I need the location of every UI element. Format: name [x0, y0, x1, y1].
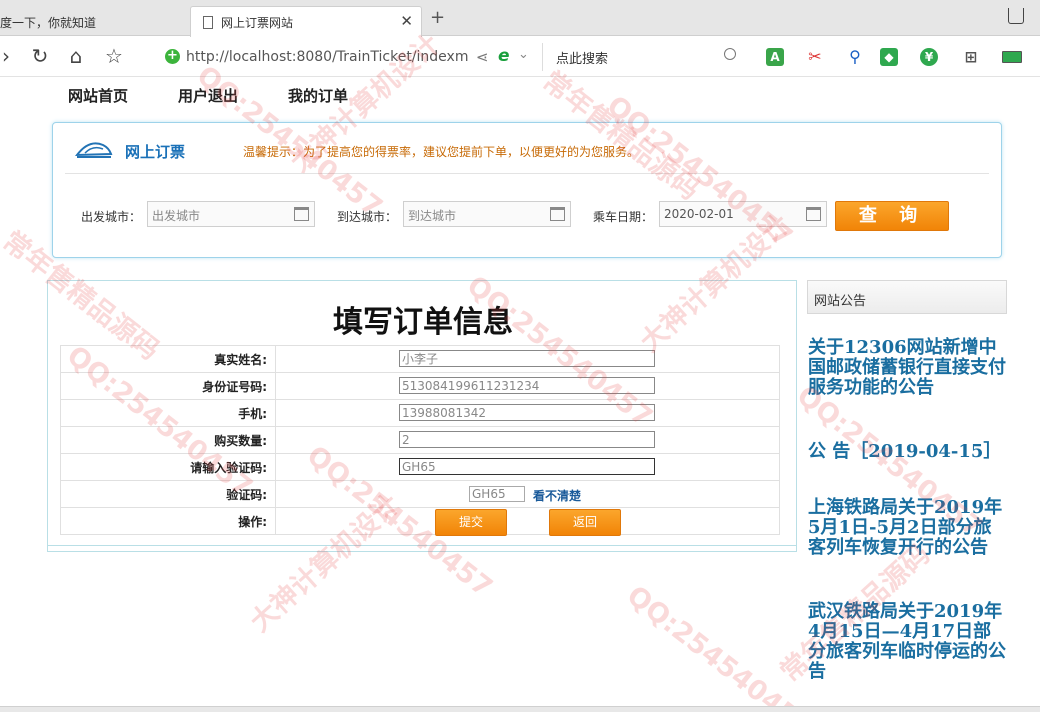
panel-title: 网上订票 [125, 143, 186, 161]
refresh-icon[interactable]: ↻ [28, 45, 52, 69]
action-label: 操作: [60, 507, 276, 535]
browser-tab-bar: 度一下，你就知道 网上订票网站 ✕ + [0, 0, 1040, 37]
magnifier-extension-icon[interactable]: ⚲ [846, 48, 864, 66]
phone-input[interactable]: 13988081342 [399, 404, 655, 421]
quantity-input[interactable]: 2 [399, 431, 655, 448]
form-row: 验证码: GH65 看不清楚 [60, 480, 780, 508]
share-icon[interactable]: ⋖ [476, 48, 489, 66]
watermark-text: QQ:254540457 [620, 580, 818, 712]
captcha-input-label: 请输入验证码: [60, 453, 276, 481]
real-name-input[interactable]: 小李子 [399, 350, 655, 367]
form-row: 请输入验证码: GH65 [60, 453, 780, 481]
shirt-icon[interactable] [1008, 8, 1024, 24]
nav-logout-link[interactable]: 用户退出 [178, 85, 238, 106]
phone-label: 手机: [60, 399, 276, 427]
captcha-image[interactable]: GH65 [469, 486, 525, 502]
captcha-label: 验证码: [60, 480, 276, 508]
from-city-input[interactable]: 出发城市 [147, 201, 315, 227]
captcha-refresh-link[interactable]: 看不清楚 [533, 487, 581, 504]
nav-orders-link[interactable]: 我的订单 [288, 85, 348, 106]
form-row: 操作: 提交 返回 [60, 507, 780, 536]
panel-divider [65, 173, 989, 174]
form-row: 手机: 13988081342 [60, 399, 780, 427]
notice-item[interactable]: 上海铁路局关于2019年5月1日-5月2日部分旅客列车恢复开行的公告 [808, 498, 1008, 558]
browser-tab-active-title: 网上订票网站 [221, 16, 294, 30]
back-button[interactable]: 返回 [549, 509, 621, 536]
notice-header: 网站公告 [807, 280, 1007, 314]
quantity-label: 购买数量: [60, 426, 276, 454]
battery-icon [1002, 51, 1022, 63]
real-name-label: 真实姓名: [60, 345, 276, 373]
chevron-down-icon[interactable]: ⌄ [518, 47, 529, 62]
form-row: 购买数量: 2 [60, 426, 780, 454]
notice-item[interactable]: 关于12306网站新增中国邮政储蓄银行直接支付服务功能的公告 [808, 338, 1008, 398]
notice-item[interactable]: 武汉铁路局关于2019年4月15日—4月17日部分旅客列车临时停运的公告 [808, 602, 1008, 682]
apps-grid-icon[interactable]: ⊞ [962, 48, 980, 66]
ie-engine-icon[interactable]: e [498, 46, 510, 66]
home-icon[interactable]: ⌂ [64, 45, 88, 69]
browser-status-bar [0, 706, 1040, 712]
from-city-label: 出发城市： [81, 210, 142, 224]
query-button[interactable]: 查 询 [835, 201, 949, 231]
browser-address-bar: › ↻ ⌂ ☆ + http://localhost:8080/TrainTic… [0, 37, 1040, 77]
panel-tip: 温馨提示：为了提高您的得票率，建议您提前下单，以便更好的为您服务。 [243, 145, 640, 159]
search-icon[interactable] [724, 48, 736, 60]
to-city-label: 到达城市： [337, 210, 398, 224]
captcha-input[interactable]: GH65 [399, 458, 655, 475]
notice-item[interactable]: 公 告［2019-04-15］ [808, 442, 1008, 462]
new-tab-icon[interactable]: + [430, 9, 445, 27]
to-city-input[interactable]: 到达城市 [403, 201, 571, 227]
translate-extension-icon[interactable]: A [766, 48, 784, 66]
id-number-label: 身份证号码: [60, 372, 276, 400]
submit-button[interactable]: 提交 [435, 509, 507, 536]
order-form-title: 填写订单信息 [333, 305, 513, 340]
order-form-table: 真实姓名: 小李子 身份证号码: 513084199611231234 手机: … [60, 345, 780, 536]
scissors-icon[interactable]: ✂ [806, 48, 824, 66]
calendar-icon[interactable] [806, 207, 821, 221]
date-input[interactable]: 2020-02-01 [659, 201, 827, 227]
id-number-input[interactable]: 513084199611231234 [399, 377, 655, 394]
calendar-icon[interactable] [294, 207, 309, 221]
back-icon[interactable]: › [0, 45, 18, 69]
browser-tab-inactive-title: 度一下，你就知道 [0, 16, 97, 30]
star-icon[interactable]: ☆ [102, 45, 126, 69]
gamepad-icon[interactable]: ◆ [880, 48, 898, 66]
browser-tab-active[interactable]: 网上订票网站 ✕ [190, 6, 422, 37]
calendar-icon[interactable] [550, 207, 565, 221]
date-label: 乘车日期： [593, 210, 654, 224]
ticket-search-panel: 网上订票 温馨提示：为了提高您的得票率，建议您提前下单，以便更好的为您服务。 出… [52, 122, 1002, 258]
browser-tab-inactive[interactable]: 度一下，你就知道 [0, 6, 188, 36]
form-row: 身份证号码: 513084199611231234 [60, 372, 780, 400]
from-city-placeholder: 出发城市 [152, 209, 201, 223]
to-city-placeholder: 到达城市 [408, 209, 457, 223]
browser-search-input[interactable]: 点此搜索 [556, 48, 608, 67]
form-row: 真实姓名: 小李子 [60, 345, 780, 373]
wallet-icon[interactable]: ¥ [920, 48, 938, 66]
panel-divider [48, 545, 796, 546]
url-text: http://localhost:8080/TrainTicket/indexm [186, 49, 469, 65]
date-value: 2020-02-01 [664, 207, 734, 221]
url-field[interactable]: + http://localhost:8080/TrainTicket/inde… [158, 43, 543, 71]
train-logo-icon [75, 142, 113, 158]
secure-shield-icon: + [165, 49, 180, 64]
order-form-panel: 填写订单信息 真实姓名: 小李子 身份证号码: 5130841996112312… [47, 280, 797, 552]
page-icon [203, 16, 213, 29]
close-tab-icon[interactable]: ✕ [400, 12, 413, 30]
nav-home-link[interactable]: 网站首页 [68, 85, 128, 106]
